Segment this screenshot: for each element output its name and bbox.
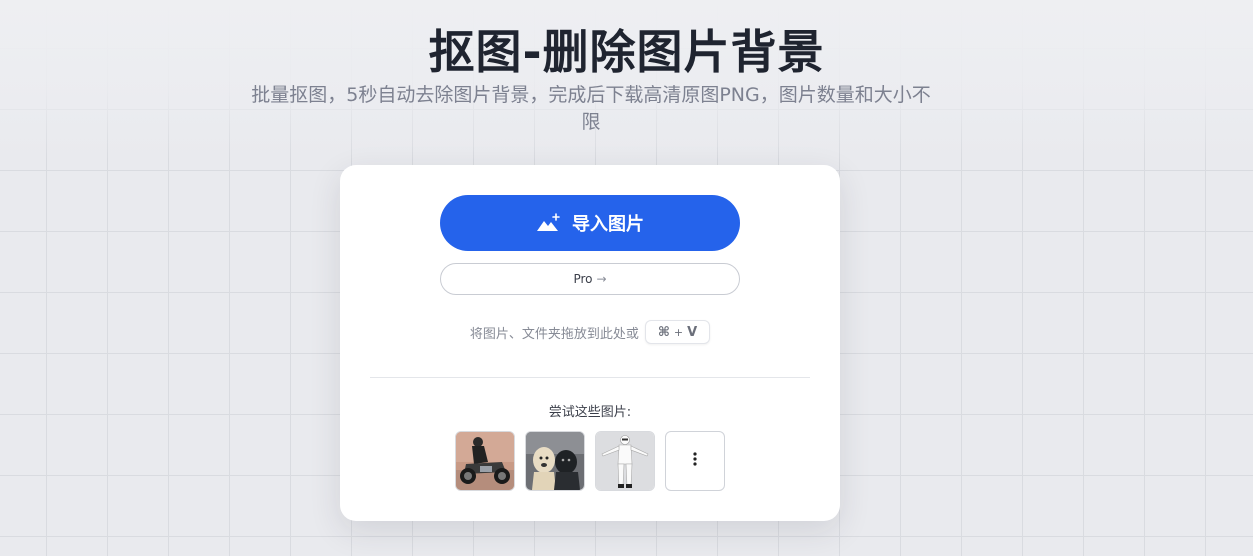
shortcut-key: V [687, 324, 698, 340]
image-add-icon [536, 213, 562, 233]
more-vertical-icon [692, 451, 698, 471]
drop-hint-text: 将图片、文件夹拖放到此处或 [469, 326, 639, 342]
pro-button[interactable]: Pro → [440, 263, 740, 295]
pro-label: Pro [573, 272, 593, 286]
shortcut-separator: + [673, 325, 684, 339]
drop-zone-hint[interactable]: 将图片、文件夹拖放到此处或 ⌘ + V [340, 319, 840, 345]
arrow-right-icon: → [596, 272, 607, 286]
sample-images-label: 尝试这些图片: [548, 405, 632, 420]
page-title: 抠图-删除图片背景 [428, 25, 825, 79]
divider [370, 377, 810, 378]
import-image-label: 导入图片 [572, 214, 644, 234]
import-image-button[interactable]: 导入图片 [440, 195, 740, 251]
white-suit-figure-image[interactable] [595, 431, 655, 491]
command-key-icon: ⌘ [657, 324, 670, 340]
more-samples-button[interactable] [665, 431, 725, 491]
upload-card: 导入图片 Pro → 将图片、文件夹拖放到此处或 ⌘ + V 尝试这些图片: [340, 165, 840, 521]
motorcycle-rider-image[interactable] [455, 431, 515, 491]
dogs-image[interactable] [525, 431, 585, 491]
page-subtitle: 批量抠图，5秒自动去除图片背景，完成后下载高清原图PNG，图片数量和大小不限 [251, 84, 931, 133]
sample-images [455, 431, 725, 491]
paste-shortcut: ⌘ + V [644, 320, 711, 344]
